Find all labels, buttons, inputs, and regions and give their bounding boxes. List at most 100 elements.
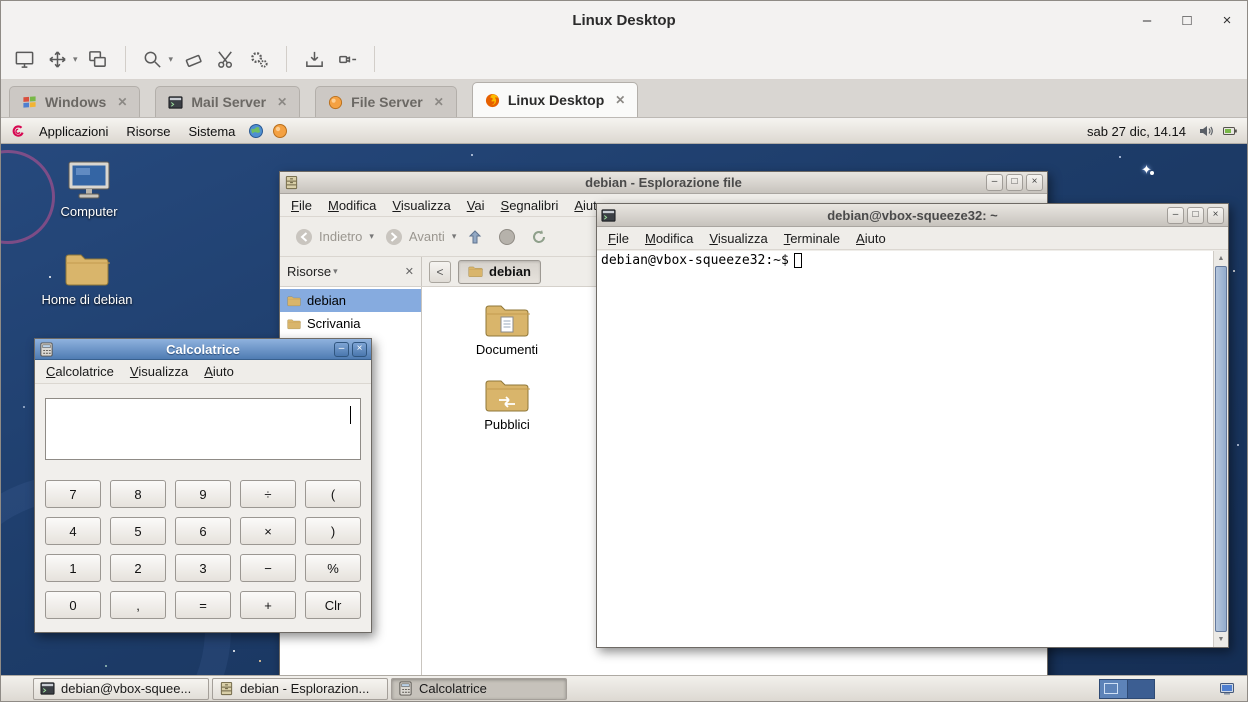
connect-icon[interactable] [332, 44, 362, 74]
key-0[interactable]: 0 [45, 591, 101, 619]
folder-item-pubblici[interactable]: Pubblici [457, 376, 557, 432]
menu-visualizza[interactable]: Visualizza [701, 230, 775, 247]
menu-file[interactable]: File [600, 230, 637, 247]
desktop-icon-computer[interactable]: Computer [41, 160, 137, 219]
folder-item-documenti[interactable]: Documenti [457, 301, 557, 357]
window-titlebar[interactable]: debian - Esplorazione file – □ × [280, 172, 1047, 194]
key-9[interactable]: 9 [175, 480, 231, 508]
tab-mail-server[interactable]: Mail Server ✕ [155, 86, 300, 117]
taskbar-item-terminal[interactable]: debian@vbox-squee... [33, 678, 209, 700]
app-minimize-button[interactable]: – [1139, 12, 1155, 29]
taskbar-item-calculator[interactable]: Calcolatrice [391, 678, 567, 700]
browser-globe-icon[interactable] [244, 123, 268, 139]
key-percent[interactable]: % [305, 554, 361, 582]
workspace-2[interactable] [1127, 680, 1154, 698]
key-1[interactable]: 1 [45, 554, 101, 582]
tab-close-icon[interactable]: ✕ [117, 95, 127, 109]
key-minus[interactable]: − [240, 554, 296, 582]
menu-visualizza[interactable]: Visualizza [384, 197, 458, 214]
scissors-icon[interactable] [211, 44, 241, 74]
key-plus[interactable]: + [240, 591, 296, 619]
scrollbar[interactable]: ▲ ▼ [1213, 251, 1228, 647]
close-button[interactable]: × [1207, 207, 1224, 224]
tab-close-icon[interactable]: ✕ [434, 95, 444, 109]
key-clear[interactable]: Clr [305, 591, 361, 619]
workspace-switcher[interactable] [1099, 679, 1155, 699]
panel-clock[interactable]: sab 27 dic, 14.14 [1079, 124, 1194, 139]
app-maximize-button[interactable]: □ [1179, 12, 1195, 29]
calculator-display[interactable] [45, 398, 361, 460]
console-icon[interactable] [9, 44, 39, 74]
path-button-debian[interactable]: debian [458, 260, 541, 284]
chevron-down-icon[interactable]: ▾ [452, 231, 457, 242]
key-close-paren[interactable]: ) [305, 517, 361, 545]
path-scroll-left-button[interactable]: < [429, 261, 451, 283]
sidebar-item-debian[interactable]: debian [280, 289, 421, 312]
menu-visualizza[interactable]: Visualizza [122, 363, 196, 380]
taskbar-item-file-manager[interactable]: debian - Esplorazion... [212, 678, 388, 700]
sidebar-header[interactable]: Risorse ▾ ✕ [280, 257, 422, 286]
up-button[interactable] [460, 222, 490, 252]
settings-gears-icon[interactable] [244, 44, 274, 74]
stop-button[interactable] [492, 222, 522, 252]
key-5[interactable]: 5 [110, 517, 166, 545]
menu-terminale[interactable]: Terminale [776, 230, 848, 247]
menu-modifica[interactable]: Modifica [637, 230, 701, 247]
chevron-down-icon[interactable]: ▾ [169, 54, 174, 65]
duplicate-view-icon[interactable] [83, 44, 113, 74]
menu-aiuto[interactable]: Aiuto [196, 363, 242, 380]
tab-close-icon[interactable]: ✕ [277, 95, 287, 109]
close-button[interactable]: × [1026, 174, 1043, 191]
scroll-down-icon[interactable]: ▼ [1214, 633, 1228, 646]
back-button[interactable]: Indietro [288, 225, 369, 249]
menu-applicazioni[interactable]: Applicazioni [30, 119, 117, 144]
menu-segnalibri[interactable]: Segnalibri [493, 197, 567, 214]
tab-linux-desktop[interactable]: Linux Desktop ✕ [472, 82, 639, 117]
tab-windows[interactable]: Windows ✕ [9, 86, 140, 117]
menu-vai[interactable]: Vai [459, 197, 493, 214]
key-4[interactable]: 4 [45, 517, 101, 545]
terminal-screen[interactable]: debian@vbox-squeeze32:~$ ▲ ▼ [597, 251, 1228, 647]
import-icon[interactable] [299, 44, 329, 74]
key-8[interactable]: 8 [110, 480, 166, 508]
key-multiply[interactable]: × [240, 517, 296, 545]
debian-swirl-icon[interactable] [6, 123, 30, 139]
pan-tool-icon[interactable] [42, 44, 72, 74]
close-button[interactable]: × [352, 342, 367, 357]
menu-calcolatrice[interactable]: Calcolatrice [38, 363, 122, 380]
scroll-up-icon[interactable]: ▲ [1214, 252, 1228, 265]
menu-risorse[interactable]: Risorse [117, 119, 179, 144]
desktop[interactable]: ✦ ✦ Computer Home di debian debian - Esp… [1, 144, 1247, 679]
menu-aiuto[interactable]: Aiuto [848, 230, 894, 247]
eraser-icon[interactable] [178, 44, 208, 74]
battery-icon[interactable] [1218, 123, 1242, 139]
key-7[interactable]: 7 [45, 480, 101, 508]
show-desktop-icon[interactable] [1219, 681, 1235, 697]
workspace-1[interactable] [1100, 680, 1127, 698]
scrollbar-thumb[interactable] [1215, 266, 1227, 632]
sidebar-item-scrivania[interactable]: Scrivania [280, 312, 421, 335]
minimize-button[interactable]: – [1167, 207, 1184, 224]
reload-button[interactable] [524, 222, 554, 252]
zoom-icon[interactable] [138, 44, 168, 74]
maximize-button[interactable]: □ [1006, 174, 1023, 191]
minimize-button[interactable]: – [986, 174, 1003, 191]
key-3[interactable]: 3 [175, 554, 231, 582]
key-equals[interactable]: = [175, 591, 231, 619]
window-titlebar[interactable]: debian@vbox-squeeze32: ~ – □ × [597, 204, 1228, 227]
chevron-down-icon[interactable]: ▾ [73, 54, 78, 65]
minimize-button[interactable]: – [334, 342, 349, 357]
menu-sistema[interactable]: Sistema [179, 119, 244, 144]
desktop-icon-home[interactable]: Home di debian [39, 250, 135, 307]
volume-icon[interactable] [1194, 123, 1218, 139]
chevron-down-icon[interactable]: ▾ [369, 231, 374, 242]
key-2[interactable]: 2 [110, 554, 166, 582]
forward-button[interactable]: Avanti [378, 225, 452, 249]
menu-file[interactable]: File [283, 197, 320, 214]
key-open-paren[interactable]: ( [305, 480, 361, 508]
key-6[interactable]: 6 [175, 517, 231, 545]
sidebar-close-icon[interactable]: ✕ [405, 265, 414, 278]
key-divide[interactable]: ÷ [240, 480, 296, 508]
key-comma[interactable]: , [110, 591, 166, 619]
menu-modifica[interactable]: Modifica [320, 197, 384, 214]
